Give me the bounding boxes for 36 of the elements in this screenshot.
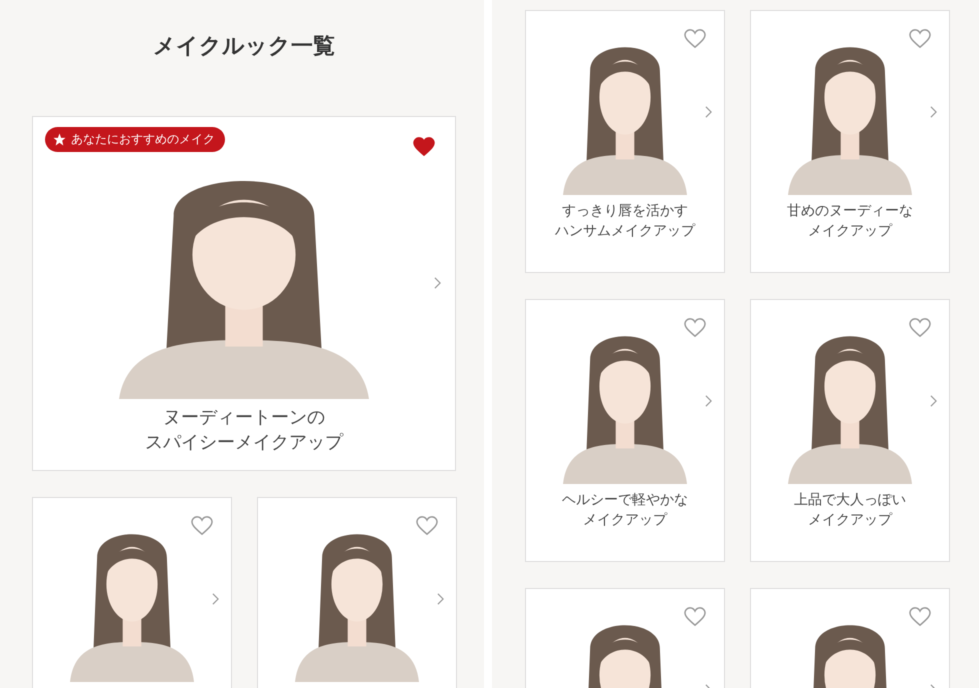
heart-icon[interactable] — [413, 137, 435, 157]
look-title-line: 上品で大人っぽい — [794, 491, 906, 510]
chevron-right-icon[interactable] — [434, 277, 441, 289]
look-card[interactable]: 甘めのヌーディーな メイクアップ — [750, 10, 950, 273]
look-title-line: すっきり唇を活かす — [562, 202, 688, 221]
heart-icon[interactable] — [909, 318, 931, 338]
featured-look-card[interactable]: あなたにおすすめのメイク ヌーディートーンの スパイシーメイクアップ — [32, 116, 456, 471]
heart-icon[interactable] — [684, 29, 706, 49]
look-card[interactable]: 上品で大人っぽい メイクアップ — [750, 299, 950, 562]
heart-icon[interactable] — [416, 516, 438, 536]
heart-icon[interactable] — [909, 607, 931, 627]
chevron-right-icon[interactable] — [705, 395, 712, 407]
star-icon — [53, 133, 66, 146]
page-title: メイクルック一覧 — [152, 33, 336, 61]
look-title-line: メイクアップ — [583, 511, 667, 530]
look-title-line: ハンサムメイクアップ — [555, 222, 695, 241]
chevron-right-icon[interactable] — [212, 593, 219, 605]
look-card[interactable]: ヘルシーで軽やかな メイクアップ — [525, 299, 725, 562]
chevron-right-icon[interactable] — [930, 395, 937, 407]
look-card[interactable] — [32, 497, 232, 688]
heart-icon[interactable] — [684, 607, 706, 627]
chevron-right-icon[interactable] — [437, 593, 444, 605]
chevron-right-icon[interactable] — [705, 106, 712, 118]
heart-icon[interactable] — [909, 29, 931, 49]
look-title-line: ヘルシーで軽やかな — [562, 491, 688, 510]
look-title-line: ヌーディートーンの — [163, 406, 325, 430]
look-title-line: 甘めのヌーディーな — [787, 202, 913, 221]
look-title-line: メイクアップ — [808, 511, 892, 530]
heart-icon[interactable] — [684, 318, 706, 338]
look-card[interactable]: すっきり唇を活かす ハンサムメイクアップ — [525, 10, 725, 273]
heart-icon[interactable] — [191, 516, 213, 536]
look-title-line: スパイシーメイクアップ — [145, 431, 343, 455]
chevron-right-icon[interactable] — [930, 106, 937, 118]
look-title-line: メイクアップ — [808, 222, 892, 241]
badge-label: あなたにおすすめのメイク — [71, 131, 215, 148]
look-card[interactable] — [257, 497, 457, 688]
